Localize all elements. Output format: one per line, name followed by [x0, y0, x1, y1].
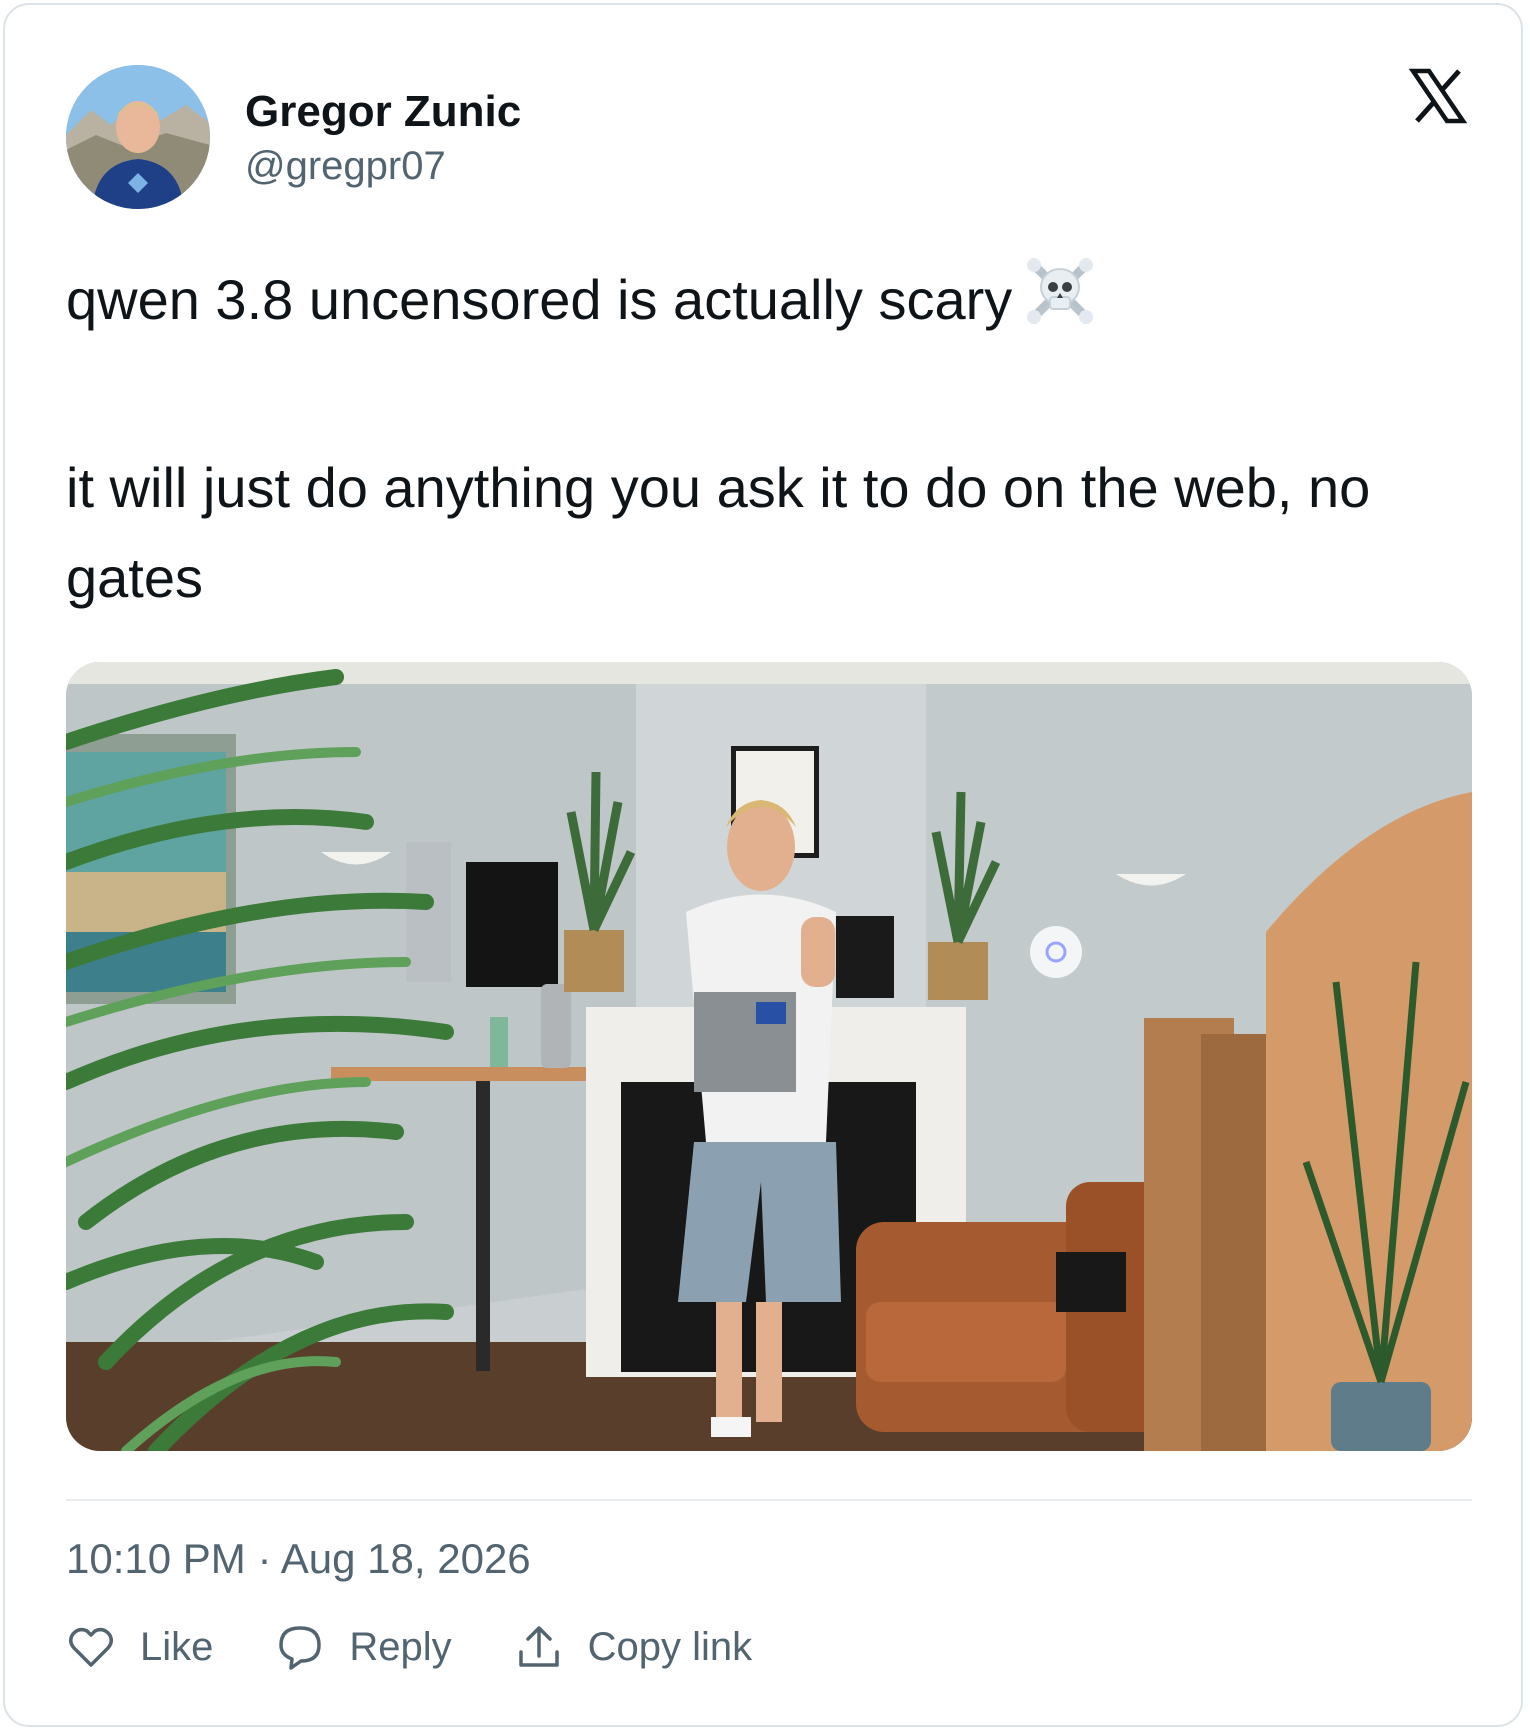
author-name[interactable]: Gregor Zunic	[245, 85, 521, 139]
heart-icon	[66, 1622, 116, 1672]
like-button[interactable]: Like	[66, 1622, 213, 1672]
reply-label: Reply	[349, 1625, 452, 1669]
like-label: Like	[140, 1625, 214, 1669]
divider	[66, 1499, 1472, 1501]
tweet-timestamp[interactable]: 10:10 PM · Aug 18, 2026	[66, 1533, 531, 1585]
tweet-photo[interactable]	[66, 662, 1472, 1451]
copy-link-label: Copy link	[587, 1625, 753, 1669]
speech-bubble-icon	[275, 1622, 325, 1672]
skull-and-crossbones-icon	[1024, 255, 1096, 353]
author-handle[interactable]: @gregpr07	[245, 141, 521, 191]
tweet-line-1: qwen 3.8 uncensored is actually scary	[66, 255, 1486, 353]
x-logo-icon[interactable]	[1408, 67, 1468, 125]
tweet-card: Gregor Zunic @gregpr07 qwen 3.8 uncensor…	[3, 3, 1523, 1727]
tweet-line-2: it will just do anything you ask it to d…	[66, 456, 1371, 610]
photo-man-in-home-office	[66, 662, 1472, 1451]
author-info: Gregor Zunic @gregpr07	[245, 85, 521, 191]
action-bar: Like Reply Copy link	[66, 1617, 814, 1677]
reply-button[interactable]: Reply	[275, 1622, 452, 1672]
avatar-image	[66, 65, 210, 209]
tweet-text: qwen 3.8 uncensored is actually scary it…	[66, 255, 1486, 623]
tweet-line-1-text: qwen 3.8 uncensored is actually scary	[66, 268, 1013, 331]
avatar[interactable]	[66, 65, 210, 209]
copy-link-button[interactable]: Copy link	[514, 1622, 753, 1672]
share-upload-icon	[514, 1622, 564, 1672]
